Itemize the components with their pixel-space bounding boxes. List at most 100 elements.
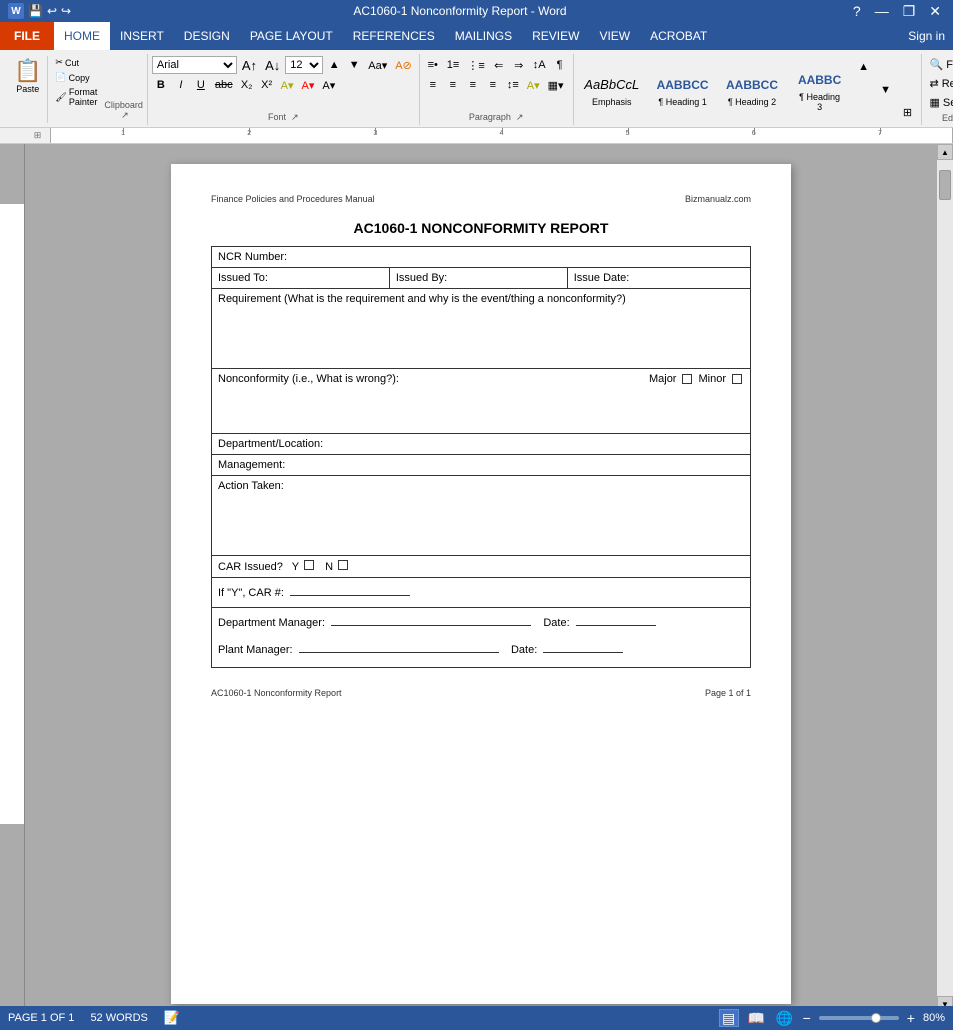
show-formatting-button[interactable]: ¶: [551, 56, 569, 74]
paste-label: Paste: [16, 84, 39, 94]
increase-indent-button[interactable]: ⇒: [510, 56, 528, 74]
replace-button[interactable]: ⇄ Replace: [926, 75, 953, 92]
font-group-label: Font ↗: [152, 112, 415, 123]
quick-access-undo[interactable]: ↩: [47, 4, 57, 18]
italic-button[interactable]: I: [172, 76, 190, 94]
ncr-cell[interactable]: NCR Number:: [212, 247, 751, 268]
align-right-button[interactable]: ≡: [464, 76, 482, 94]
insert-menu[interactable]: INSERT: [110, 22, 174, 50]
zoom-slider[interactable]: [819, 1016, 899, 1020]
style-emphasis[interactable]: AaBbCcL Emphasis: [578, 70, 646, 110]
zoom-out-button[interactable]: −: [803, 1010, 811, 1026]
web-layout-view-button[interactable]: 🌐: [775, 1009, 795, 1027]
clear-formatting-button[interactable]: A⊘: [392, 56, 415, 74]
styles-scroll-up[interactable]: ▲: [855, 58, 873, 76]
zoom-in-button[interactable]: +: [907, 1010, 915, 1026]
acrobat-menu[interactable]: ACROBAT: [640, 22, 717, 50]
scrollbar-up-button[interactable]: ▲: [937, 144, 953, 160]
font-shrink-button[interactable]: A↓: [262, 56, 283, 74]
decrease-indent-button[interactable]: ⇐: [490, 56, 508, 74]
mailings-menu[interactable]: MAILINGS: [445, 22, 522, 50]
vertical-scrollbar[interactable]: ▲ ▼: [937, 144, 953, 1012]
borders-button[interactable]: ▦▾: [545, 76, 567, 94]
quick-access-redo[interactable]: ↪: [61, 4, 71, 18]
cut-button[interactable]: ✂ Cut: [52, 56, 100, 69]
proofing-icon[interactable]: 📝: [164, 1010, 180, 1026]
find-button[interactable]: 🔍 Find ▾: [926, 56, 953, 73]
plant-mgr-field[interactable]: [299, 639, 499, 653]
underline-button[interactable]: U: [192, 76, 210, 94]
home-menu[interactable]: HOME: [54, 22, 110, 50]
align-center-button[interactable]: ≡: [444, 76, 462, 94]
car-number-field[interactable]: [290, 582, 410, 596]
styles-expand[interactable]: ⊞: [899, 103, 917, 121]
sort-button[interactable]: ↕A: [530, 56, 549, 74]
shading-button[interactable]: A▾: [524, 76, 543, 94]
scrollbar-track[interactable]: [937, 160, 953, 996]
minimize-button[interactable]: —: [871, 3, 893, 19]
issue-date-cell[interactable]: Issue Date:: [567, 268, 750, 289]
font-grow-button[interactable]: A↑: [239, 56, 260, 74]
select-button[interactable]: ▦ Select ▾: [926, 94, 953, 111]
zoom-thumb[interactable]: [871, 1013, 881, 1023]
scrollbar-thumb[interactable]: [939, 170, 951, 200]
text-highlight-button[interactable]: A▾: [278, 76, 297, 94]
text-color-button[interactable]: A▾: [299, 76, 318, 94]
scroll-area[interactable]: Finance Policies and Procedures Manual B…: [25, 144, 937, 1012]
format-painter-button[interactable]: 🖌 Format Painter: [52, 86, 100, 108]
font-size-select[interactable]: 12: [285, 56, 323, 74]
requirement-cell[interactable]: Requirement (What is the requirement and…: [212, 289, 751, 369]
justify-button[interactable]: ≡: [484, 76, 502, 94]
date-field-1[interactable]: [576, 612, 656, 626]
page-layout-menu[interactable]: PAGE LAYOUT: [240, 22, 343, 50]
line-spacing-button[interactable]: ↕≡: [504, 76, 522, 94]
action-cell[interactable]: Action Taken:: [212, 476, 751, 556]
paste-button[interactable]: 📋 Paste: [8, 56, 48, 123]
close-button[interactable]: ✕: [925, 3, 945, 20]
file-menu[interactable]: FILE: [0, 22, 54, 50]
style-heading1[interactable]: AABBCC ¶ Heading 1: [650, 70, 715, 110]
references-menu[interactable]: REFERENCES: [343, 22, 445, 50]
management-cell[interactable]: Management:: [212, 455, 751, 476]
car-y-checkbox[interactable]: [304, 560, 314, 570]
date-field-2[interactable]: [543, 639, 623, 653]
dept-mgr-field[interactable]: [331, 612, 531, 626]
view-menu[interactable]: VIEW: [589, 22, 640, 50]
style-heading3[interactable]: AABBC ¶ Heading 3: [789, 65, 851, 115]
styles-scroll-down[interactable]: ▼: [877, 81, 895, 99]
dept-cell[interactable]: Department/Location:: [212, 434, 751, 455]
quick-access-save[interactable]: 💾: [28, 4, 43, 18]
car-n-checkbox[interactable]: [338, 560, 348, 570]
sign-in-link[interactable]: Sign in: [908, 29, 945, 43]
issued-to-cell[interactable]: Issued To:: [212, 268, 390, 289]
copy-button[interactable]: 📄 Copy: [52, 71, 100, 84]
car-number-cell[interactable]: If "Y", CAR #:: [212, 578, 751, 608]
font-effects-button[interactable]: A▾: [319, 76, 338, 94]
car-issued-cell[interactable]: CAR Issued? Y N: [212, 556, 751, 578]
align-left-button[interactable]: ≡: [424, 76, 442, 94]
review-menu[interactable]: REVIEW: [522, 22, 589, 50]
page-header-right: Bizmanualz.com: [685, 194, 751, 204]
nonconformity-cell[interactable]: Nonconformity (i.e., What is wrong?): Ma…: [212, 369, 751, 434]
font-family-select[interactable]: Arial: [152, 56, 237, 74]
help-button[interactable]: ?: [849, 3, 865, 19]
multilevel-button[interactable]: ⋮≡: [464, 56, 487, 74]
design-menu[interactable]: DESIGN: [174, 22, 240, 50]
zoom-level[interactable]: 80%: [923, 1012, 945, 1024]
font-size-grow-button[interactable]: ▲: [325, 56, 343, 74]
change-case-button[interactable]: Aa▾: [365, 56, 390, 74]
major-checkbox[interactable]: [682, 374, 692, 384]
strikethrough-button[interactable]: abc: [212, 76, 236, 94]
minor-checkbox[interactable]: [732, 374, 742, 384]
read-mode-view-button[interactable]: 📖: [747, 1009, 767, 1027]
bullets-button[interactable]: ≡•: [424, 56, 442, 74]
font-size-shrink-button[interactable]: ▼: [345, 56, 363, 74]
restore-button[interactable]: ❐: [899, 3, 920, 20]
superscript-button[interactable]: X²: [258, 76, 276, 94]
subscript-button[interactable]: X₂: [238, 76, 256, 94]
issued-by-cell[interactable]: Issued By:: [389, 268, 567, 289]
print-layout-view-button[interactable]: ▤: [719, 1009, 739, 1027]
bold-button[interactable]: B: [152, 76, 170, 94]
style-heading2[interactable]: AABBCC ¶ Heading 2: [719, 70, 784, 110]
numbering-button[interactable]: 1≡: [444, 56, 463, 74]
